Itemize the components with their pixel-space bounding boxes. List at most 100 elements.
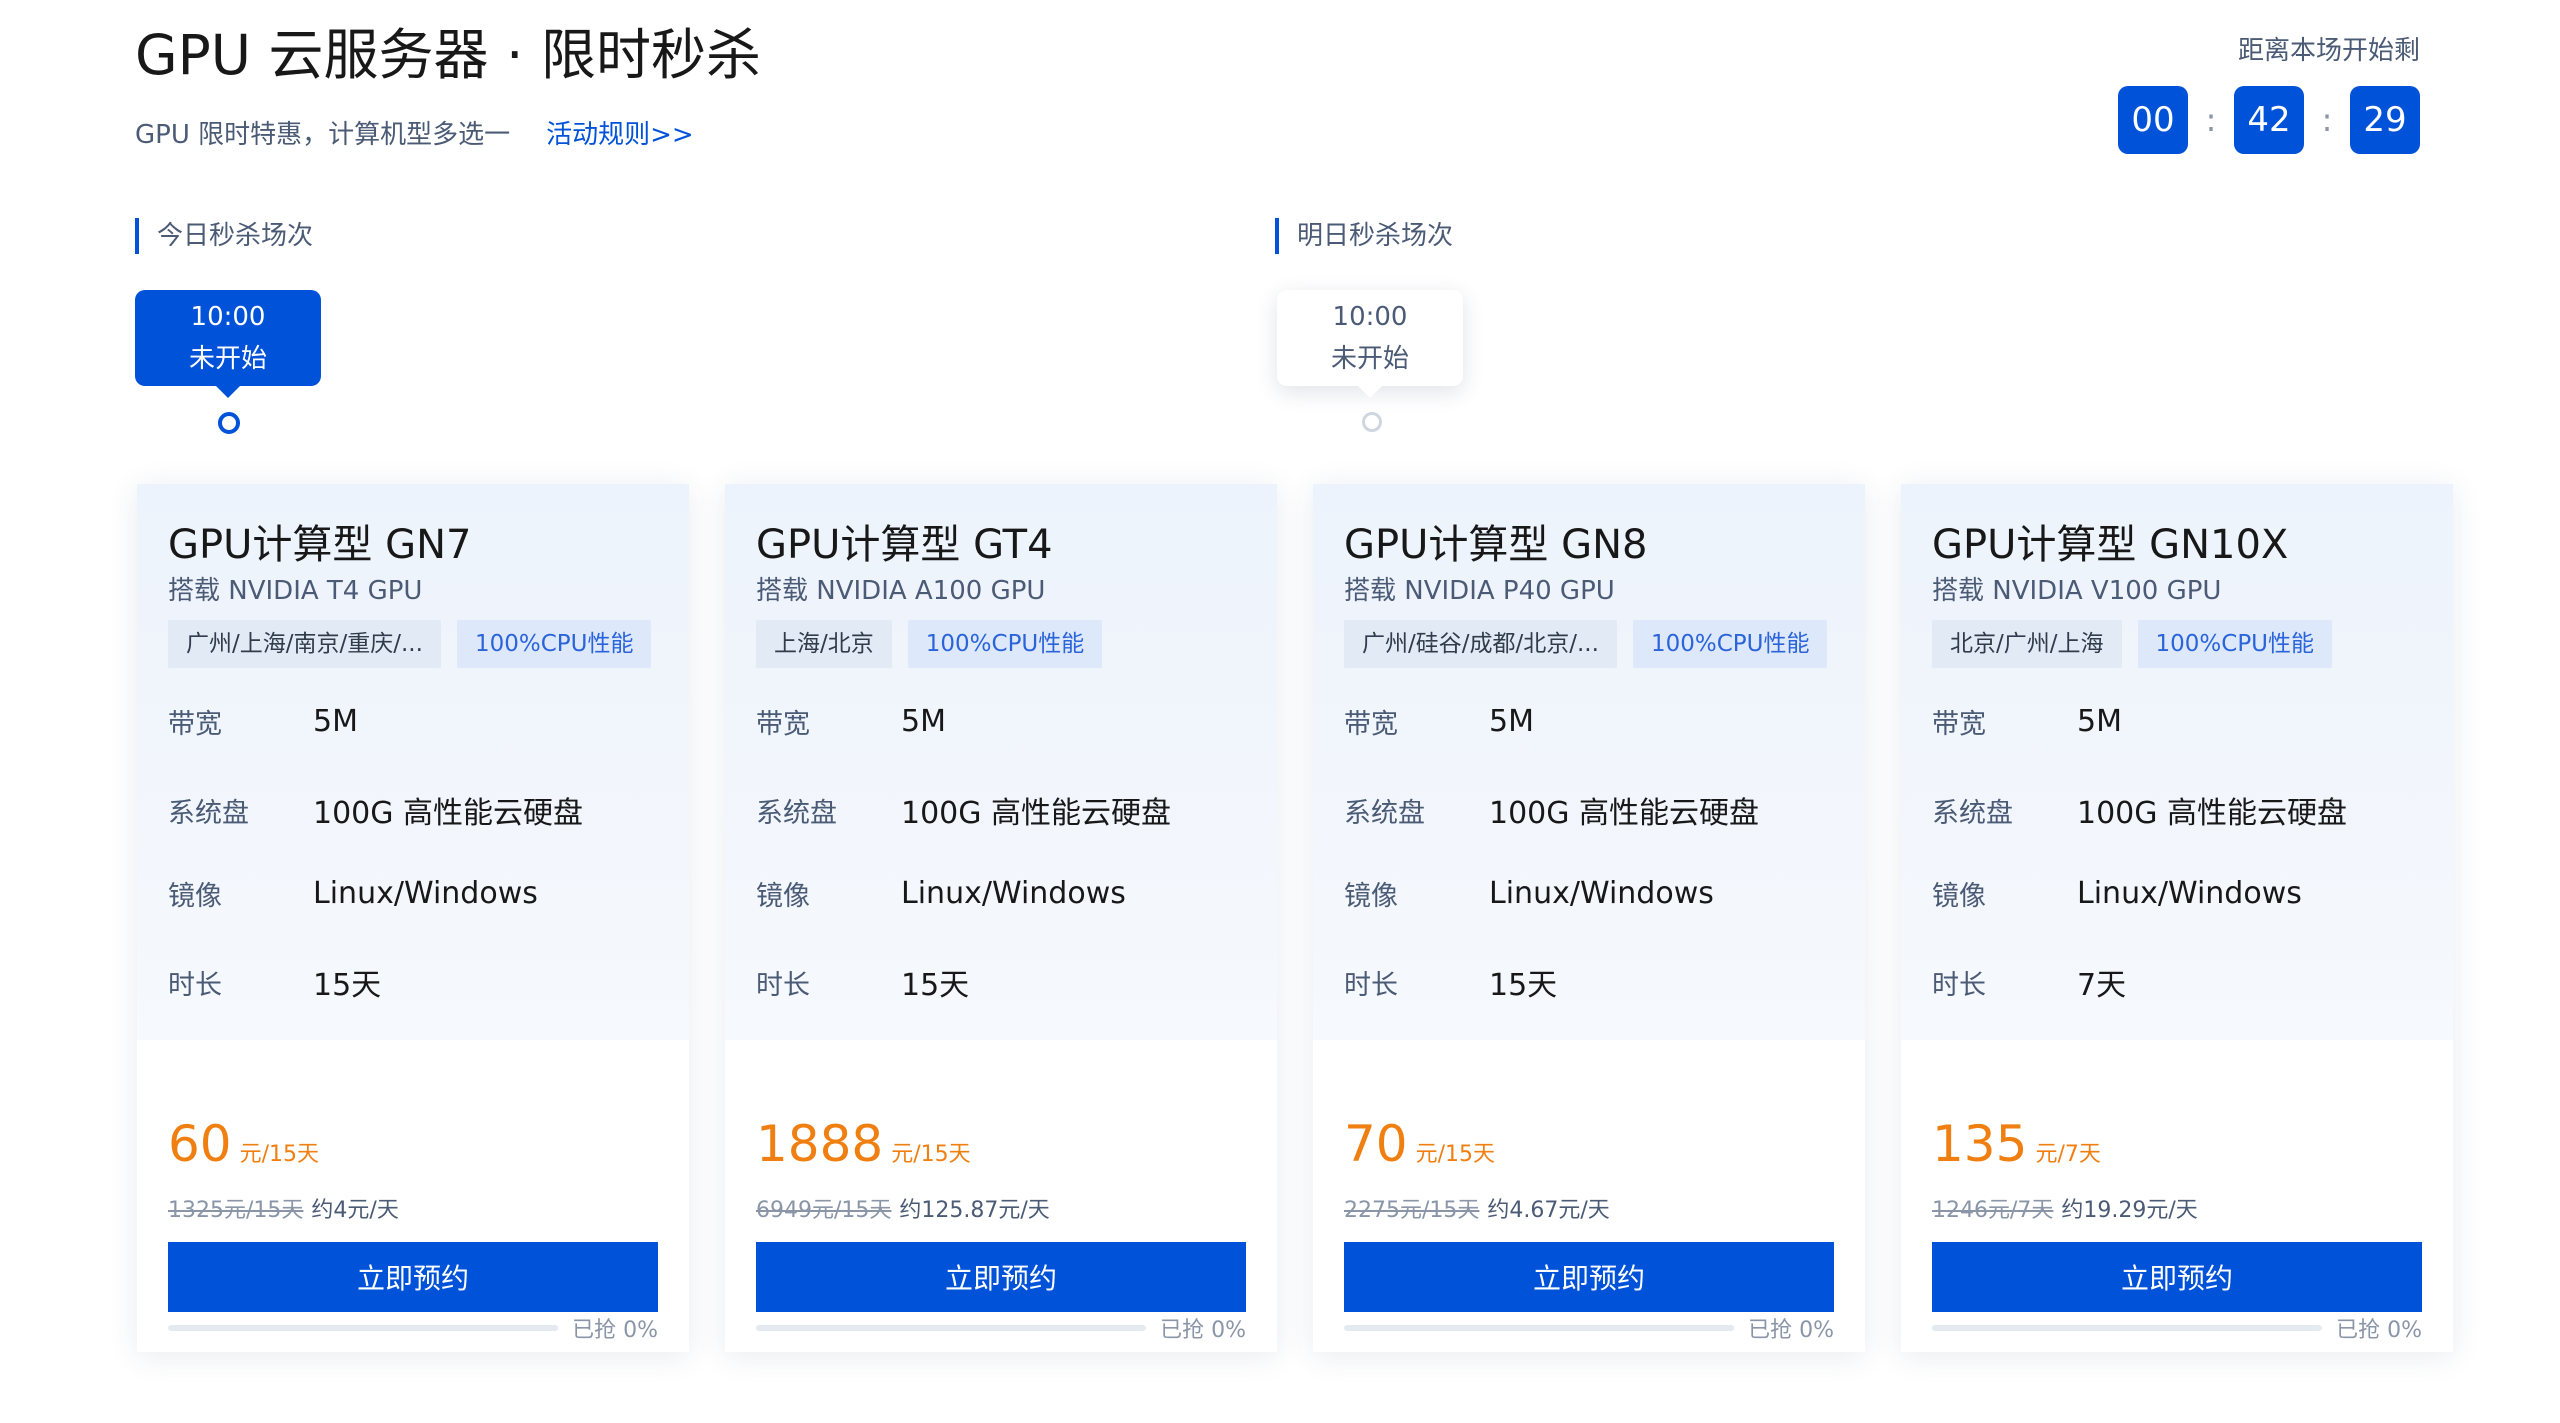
product-name: GPU计算型 GN10X: [1932, 522, 2289, 568]
sale-price: 70: [1344, 1115, 1408, 1173]
sale-price: 1888: [756, 1115, 884, 1173]
spec-value: Linux/Windows: [2077, 876, 2302, 911]
tomorrow-session-dot[interactable]: [1362, 412, 1382, 432]
tag-row: 广州/硅谷/成都/北京/... 100%CPU性能: [1344, 620, 1828, 668]
page-title: GPU 云服务器 · 限时秒杀: [135, 23, 761, 87]
countdown-minutes: 42: [2234, 86, 2304, 154]
book-now-button[interactable]: 立即预约: [1932, 1242, 2422, 1312]
spec-value: 100G 高性能云硬盘: [313, 796, 584, 831]
spec-bandwidth: 带宽 5M: [168, 702, 358, 741]
sold-progress-bar: [1932, 1325, 2322, 1331]
spec-value: 100G 高性能云硬盘: [1489, 796, 1760, 831]
spec-disk: 系统盘 100G 高性能云硬盘: [1344, 788, 1759, 832]
spec-value: 5M: [313, 704, 358, 739]
sale-price-unit: 元/7天: [2035, 1142, 2101, 1167]
tomorrow-session-tab[interactable]: 10:00 未开始: [1277, 290, 1463, 398]
product-gpu: 搭载 NVIDIA T4 GPU: [168, 576, 423, 606]
spec-image: 镜像 Linux/Windows: [168, 874, 538, 913]
book-now-button[interactable]: 立即预约: [756, 1242, 1246, 1312]
original-price: 1246元/7天: [1932, 1198, 2054, 1223]
spec-label: 系统盘: [756, 797, 837, 829]
price-row: 135 元/7天: [1932, 1114, 2101, 1174]
spec-bandwidth: 带宽 5M: [1344, 702, 1534, 741]
spec-value: Linux/Windows: [901, 876, 1126, 911]
spec-value: 15天: [313, 968, 382, 1003]
today-session-tab[interactable]: 10:00 未开始: [135, 290, 321, 398]
spec-bandwidth: 带宽 5M: [1932, 702, 2122, 741]
spec-disk: 系统盘 100G 高性能云硬盘: [1932, 788, 2347, 832]
spec-image: 镜像 Linux/Windows: [1932, 874, 2302, 913]
activity-rules-link[interactable]: 活动规则>>: [546, 114, 694, 151]
sale-price-unit: 元/15天: [239, 1142, 320, 1167]
spec-label: 镜像: [1932, 881, 1986, 912]
countdown-label: 距离本场开始剩: [2237, 36, 2420, 66]
performance-tag: 100%CPU性能: [1632, 620, 1828, 668]
spec-value: Linux/Windows: [313, 876, 538, 911]
tag-row: 北京/广州/上海 100%CPU性能: [1932, 620, 2333, 668]
sold-percentage: 已抢 0%: [2336, 1318, 2422, 1343]
countdown-separator: :: [2321, 101, 2333, 139]
tag-row: 广州/上海/南京/重庆/... 100%CPU性能: [168, 620, 652, 668]
book-now-button[interactable]: 立即预约: [168, 1242, 658, 1312]
spec-disk: 系统盘 100G 高性能云硬盘: [168, 788, 583, 832]
sold-progress-bar: [756, 1325, 1146, 1331]
session-time: 10:00: [190, 302, 266, 332]
flash-sale-page: GPU 云服务器 · 限时秒杀 GPU 限时特惠，计算机型多选一 活动规则>> …: [0, 0, 2560, 1423]
original-price-row: 1325元/15天 约4元/天: [168, 1192, 399, 1224]
spec-bandwidth: 带宽 5M: [756, 702, 946, 741]
sale-price-unit: 元/15天: [1415, 1142, 1496, 1167]
tag-row: 上海/北京 100%CPU性能: [756, 620, 1103, 668]
sold-progress-bar: [168, 1325, 558, 1331]
performance-tag: 100%CPU性能: [456, 620, 652, 668]
spec-label: 带宽: [1932, 709, 1986, 740]
spec-label: 带宽: [756, 709, 810, 740]
product-card-gn10x: GPU计算型 GN10X 搭载 NVIDIA V100 GPU 北京/广州/上海…: [1901, 484, 2453, 1352]
today-sessions-label: 今日秒杀场次: [135, 218, 313, 254]
product-name: GPU计算型 GN8: [1344, 522, 1648, 568]
spec-duration: 时长 7天: [1932, 960, 2126, 1004]
countdown-separator: :: [2205, 101, 2217, 139]
product-card-gn7: GPU计算型 GN7 搭载 NVIDIA T4 GPU 广州/上海/南京/重庆/…: [137, 484, 689, 1352]
sale-price-unit: 元/15天: [891, 1142, 971, 1167]
spec-value: 5M: [901, 704, 946, 739]
price-row: 60 元/15天: [168, 1114, 319, 1174]
spec-label: 时长: [756, 969, 810, 1001]
spec-image: 镜像 Linux/Windows: [1344, 874, 1714, 913]
book-now-button[interactable]: 立即预约: [1344, 1242, 1834, 1312]
sold-percentage: 已抢 0%: [572, 1318, 658, 1343]
spec-value: 15天: [901, 968, 970, 1003]
daily-price: 约4元/天: [311, 1198, 399, 1223]
product-name: GPU计算型 GT4: [756, 522, 1053, 568]
spec-value: 5M: [2077, 704, 2122, 739]
spec-label: 带宽: [1344, 709, 1398, 740]
spec-value: 5M: [1489, 704, 1534, 739]
product-gpu: 搭载 NVIDIA V100 GPU: [1932, 576, 2222, 606]
original-price: 6949元/15天: [756, 1198, 892, 1223]
product-card-gn8: GPU计算型 GN8 搭载 NVIDIA P40 GPU 广州/硅谷/成都/北京…: [1313, 484, 1865, 1352]
spec-label: 镜像: [1344, 881, 1398, 912]
today-session-dot[interactable]: [218, 412, 240, 434]
spec-label: 时长: [1344, 969, 1398, 1001]
product-gpu: 搭载 NVIDIA P40 GPU: [1344, 576, 1615, 606]
price-row: 1888 元/15天: [756, 1114, 971, 1174]
spec-disk: 系统盘 100G 高性能云硬盘: [756, 788, 1171, 832]
spec-label: 系统盘: [168, 797, 249, 829]
performance-tag: 100%CPU性能: [2137, 620, 2333, 668]
session-status: 未开始: [188, 344, 267, 374]
region-tag: 上海/北京: [756, 620, 892, 668]
countdown-timer: 00 : 42 : 29: [2118, 86, 2420, 154]
performance-tag: 100%CPU性能: [907, 620, 1103, 668]
daily-price: 约125.87元/天: [899, 1198, 1050, 1223]
daily-price: 约19.29元/天: [2061, 1198, 2198, 1223]
product-card-gt4: GPU计算型 GT4 搭载 NVIDIA A100 GPU 上海/北京 100%…: [725, 484, 1277, 1352]
daily-price: 约4.67元/天: [1487, 1198, 1610, 1223]
session-time: 10:00: [1332, 302, 1408, 332]
spec-value: 7天: [2077, 968, 2127, 1003]
sold-percentage: 已抢 0%: [1160, 1318, 1246, 1343]
session-status: 未开始: [1330, 344, 1409, 374]
spec-label: 系统盘: [1344, 797, 1425, 829]
subtitle-row: GPU 限时特惠，计算机型多选一 活动规则>>: [135, 112, 694, 152]
sold-progress-bar: [1344, 1325, 1734, 1331]
region-tag: 广州/上海/南京/重庆/...: [168, 620, 441, 668]
spec-image: 镜像 Linux/Windows: [756, 874, 1126, 913]
